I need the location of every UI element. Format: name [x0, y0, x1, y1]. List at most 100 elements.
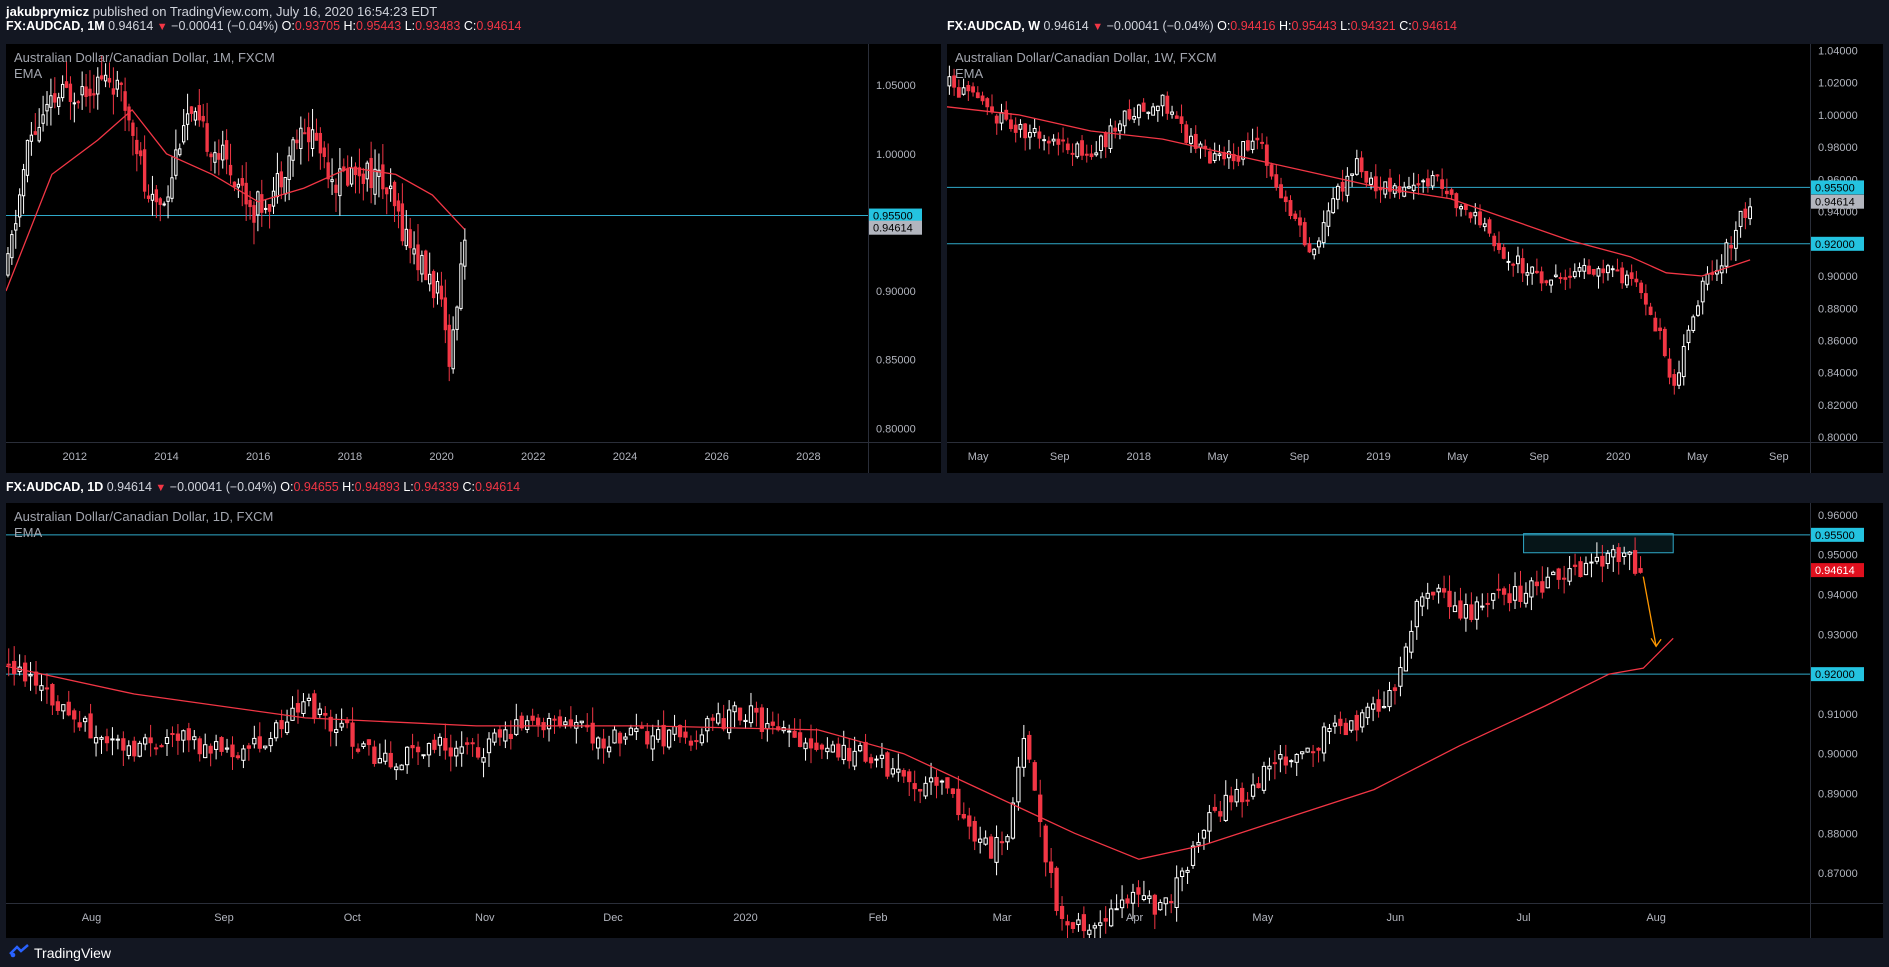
candle-body [1544, 280, 1549, 284]
candle-body [365, 162, 369, 180]
candle-body [148, 737, 153, 744]
monthly-change: −0.00041 (−0.04%) [171, 19, 279, 33]
candle-body [1141, 895, 1147, 900]
candle-body [1098, 922, 1103, 926]
candle-body [1169, 901, 1174, 904]
weekly-chart-svg[interactable]: 1.040001.020001.000000.980000.960000.940… [947, 44, 1883, 473]
monthly-close: 0.94614 [476, 19, 522, 33]
daily-ema-label[interactable]: EMA [14, 525, 42, 540]
candle-body [939, 780, 945, 783]
candle-body [557, 716, 563, 726]
candle-body [1158, 902, 1163, 911]
tradingview-brand[interactable]: TradingView [34, 945, 111, 961]
candle-body [1018, 123, 1023, 130]
candle-body [1468, 212, 1473, 219]
candle-body [1155, 105, 1160, 112]
y-tick-label: 0.84000 [1818, 368, 1858, 380]
candle-body [76, 101, 80, 104]
x-tick-label: 2022 [521, 451, 545, 463]
weekly-legend: FX:AUDCAD, W 0.94614 ▼ −0.00041 (−0.04%)… [947, 17, 1457, 35]
monthly-chart[interactable]: 1.050001.000000.950000.900000.850000.800… [6, 44, 941, 473]
candle-body [252, 737, 257, 745]
monthly-chart-svg[interactable]: 1.050001.000000.950000.900000.850000.800… [6, 44, 941, 473]
candle-body [219, 737, 224, 752]
candle-body [1480, 605, 1485, 608]
candle-body [412, 248, 416, 255]
candle-body [274, 722, 279, 739]
x-tick-label: 2019 [1366, 451, 1390, 463]
close-label: C: [1399, 19, 1412, 33]
x-tick-label: Nov [475, 912, 495, 924]
candle-body [1606, 265, 1610, 274]
y-tick-label: 0.89000 [1818, 789, 1858, 801]
candle-body [1338, 718, 1343, 727]
candle-body [819, 744, 825, 750]
candle-body [1416, 183, 1421, 186]
candle-body [230, 744, 235, 758]
candle-body [1463, 604, 1469, 619]
candle-body [1436, 587, 1441, 593]
x-tick-label: Jul [1517, 912, 1531, 924]
candle-body [1310, 751, 1316, 754]
candle-body [596, 737, 601, 749]
candle-body [1302, 222, 1307, 246]
candle-body [1081, 914, 1087, 932]
weekly-chart[interactable]: 1.04000 1.02000 1.00000 0.98000 0.96000 0.940… [947, 44, 1883, 473]
candle-body [61, 704, 66, 712]
candle-body [857, 745, 863, 752]
candle-body [44, 687, 50, 690]
x-tick-label: 2012 [63, 451, 87, 463]
candle-body [1700, 280, 1705, 303]
candle-body [1032, 128, 1037, 134]
candle-body [1506, 260, 1511, 263]
monthly-ema-label[interactable]: EMA [14, 66, 42, 81]
candle-body [447, 324, 451, 367]
candle-body [232, 181, 237, 187]
candle-body [164, 737, 170, 744]
candle-body [748, 705, 754, 724]
candle-body [1469, 604, 1474, 620]
weekly-high: 0.95443 [1291, 19, 1337, 33]
candle-body [383, 752, 388, 762]
candle-body [901, 770, 906, 777]
candle-body [6, 663, 11, 666]
monthly-legend: FX:AUDCAD, 1M 0.94614 ▼ −0.00041 (−0.04%… [6, 17, 522, 35]
candle-body [10, 234, 14, 259]
candle-body [1283, 756, 1288, 766]
candle-body [1492, 235, 1497, 247]
candle-body [1610, 268, 1615, 271]
y-tick-label: 0.90000 [1818, 271, 1858, 283]
candle-body [1523, 592, 1529, 604]
candle-body [1425, 592, 1430, 599]
candle-body [339, 722, 344, 728]
candle-body [1059, 905, 1065, 919]
candle-body [166, 196, 170, 202]
candle-body [217, 153, 221, 160]
candle-body [874, 758, 879, 761]
candle-body [235, 755, 241, 759]
candle-body [82, 717, 88, 723]
candle-body [334, 729, 339, 733]
candle-body [1733, 229, 1738, 249]
candle-body [60, 83, 65, 99]
candle-body [1043, 825, 1048, 863]
candle-body [1482, 223, 1487, 228]
tradingview-logo-icon[interactable] [8, 944, 30, 958]
candle-body [432, 739, 437, 750]
candle-body [645, 731, 650, 745]
candle-body [1250, 784, 1256, 797]
daily-chart-svg[interactable]: 0.96000 0.95000 0.94000 0.93000 0.92000 0.910… [6, 503, 1883, 938]
candle-body [1122, 110, 1127, 127]
candle-body [961, 87, 966, 95]
daily-chart[interactable]: 0.96000 0.95000 0.94000 0.93000 0.92000 0.910… [6, 503, 1883, 938]
candle-body [1223, 794, 1228, 821]
candle-body [317, 708, 322, 716]
candle-body [1516, 255, 1520, 265]
weekly-low: 0.94321 [1350, 19, 1396, 33]
weekly-ema-label[interactable]: EMA [955, 66, 983, 81]
candle-body [394, 766, 399, 771]
x-tick-label: Aug [82, 912, 102, 924]
candle-body [381, 164, 385, 190]
candle-body [275, 173, 280, 198]
candle-body [1278, 754, 1283, 760]
